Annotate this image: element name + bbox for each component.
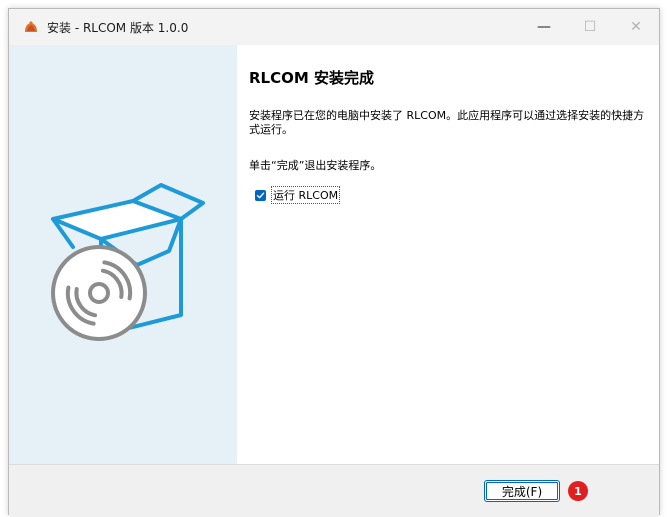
run-rlcom-checkbox[interactable] <box>255 189 266 201</box>
minimize-button[interactable]: — <box>521 9 567 45</box>
wizard-main-panel: RLCOM 安装完成 安装程序已在您的电脑中安装了 RLCOM。此应用程序可以通… <box>237 45 659 464</box>
step-badge: 1 <box>568 481 588 501</box>
close-button[interactable]: ✕ <box>613 9 659 45</box>
window-controls: — ☐ ✕ <box>521 9 659 45</box>
wizard-content: RLCOM 安装完成 安装程序已在您的电脑中安装了 RLCOM。此应用程序可以通… <box>9 45 659 464</box>
close-icon: ✕ <box>630 19 642 35</box>
finish-button[interactable]: 完成(F) <box>484 480 560 502</box>
minimize-icon: — <box>537 19 551 35</box>
run-rlcom-option[interactable]: 运行 RLCOM <box>255 186 341 204</box>
maximize-button[interactable]: ☐ <box>567 9 613 45</box>
run-rlcom-label[interactable]: 运行 RLCOM <box>270 186 341 204</box>
window-title: 安装 - RLCOM 版本 1.0.0 <box>47 20 189 35</box>
installer-box-disc-icon <box>51 183 205 341</box>
installer-window: 安装 - RLCOM 版本 1.0.0 — ☐ ✕ RLCOM 安装完成 安装程… <box>8 8 660 516</box>
page-title: RLCOM 安装完成 <box>249 69 375 87</box>
app-icon <box>25 21 37 32</box>
wizard-side-panel <box>9 45 237 464</box>
wizard-button-bar: 完成(F) 1 <box>9 464 659 516</box>
maximize-icon: ☐ <box>583 19 597 35</box>
title-bar: 安装 - RLCOM 版本 1.0.0 — ☐ ✕ <box>9 9 659 45</box>
finish-description: 安装程序已在您的电脑中安装了 RLCOM。此应用程序可以通过选择安装的快捷方式运… <box>249 109 645 136</box>
checkmark-icon <box>256 192 265 198</box>
finish-hint: 单击“完成”退出安装程序。 <box>249 159 382 172</box>
